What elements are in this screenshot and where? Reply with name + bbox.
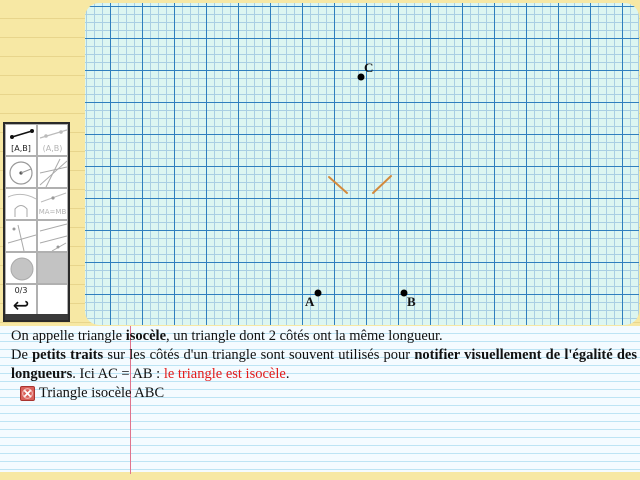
rays-tool[interactable] — [37, 156, 68, 188]
point-a[interactable] — [314, 289, 322, 297]
line-tool[interactable]: (A,B) — [37, 124, 68, 156]
equal-length-tick-left — [328, 176, 348, 194]
perpendicular-tool[interactable] — [5, 220, 37, 252]
triangle-figure: C A B — [305, 60, 416, 309]
lesson-text-area: On appelle triangle isocèle, un triangle… — [0, 326, 640, 476]
lesson-text: On appelle triangle isocèle, un triangle… — [0, 326, 640, 403]
explanation-equality: . Ici AC = AB : — [72, 366, 164, 382]
arc-tool[interactable] — [5, 188, 37, 220]
point-a-label: A — [305, 294, 315, 309]
point-b-label: B — [407, 294, 416, 309]
undo-icon: ↩ — [12, 293, 30, 316]
rays-icon — [39, 158, 67, 187]
circle-icon — [9, 161, 33, 185]
point-tool[interactable] — [5, 252, 37, 284]
parallel-tool[interactable] — [37, 220, 68, 252]
line-tool-label: (A,B) — [42, 144, 63, 153]
period: . — [285, 366, 290, 382]
close-x-icon[interactable] — [20, 386, 35, 401]
definition-paragraph: On appelle triangle isocèle, un triangle… — [11, 327, 637, 346]
tool-palette: [A,B] (A,B) MA=MB 0/3 ↩ — [3, 122, 70, 322]
fill-tool[interactable] — [37, 252, 68, 284]
definition-text-end: , un triangle dont 2 côtés ont la même l… — [166, 328, 443, 344]
line-icon — [39, 129, 67, 139]
figure-title-row[interactable]: Triangle isocèle ABC — [20, 384, 637, 403]
point-c-label: C — [364, 60, 373, 75]
parallel-icon — [39, 223, 67, 251]
toolbox-footer-bar — [5, 314, 68, 320]
segment-tool-label: [A,B] — [11, 144, 31, 153]
geometry-canvas[interactable]: C A B — [85, 3, 639, 325]
circle-tool[interactable] — [5, 156, 37, 188]
undo-button[interactable]: 0/3 ↩ — [5, 284, 37, 316]
definition-text: On appelle triangle — [11, 328, 126, 344]
definition-keyword: isocèle — [125, 328, 167, 344]
explanation-text: De — [11, 347, 33, 363]
segment-tool[interactable]: [A,B] — [5, 124, 37, 156]
explanation-text-mid: sur les côtés d'un triangle sont souvent… — [103, 347, 415, 363]
conclusion-text: le triangle est isocèle — [163, 366, 286, 382]
perpendicular-icon — [7, 224, 36, 251]
midpoint-tool-label: MA=MB — [38, 208, 67, 216]
equal-length-tick-right — [372, 175, 392, 194]
empty-tool-slot — [37, 284, 68, 316]
explanation-keyword-ticks: petits traits — [32, 347, 104, 363]
midpoint-icon — [40, 192, 67, 203]
segment-icon — [10, 129, 34, 139]
explanation-paragraph: De petits traits sur les côtés d'un tria… — [11, 346, 637, 384]
midpoint-tool[interactable]: MA=MB — [37, 188, 68, 220]
disk-icon — [10, 257, 34, 281]
arc-icon — [7, 193, 36, 217]
figure-title: Triangle isocèle ABC — [39, 385, 165, 401]
